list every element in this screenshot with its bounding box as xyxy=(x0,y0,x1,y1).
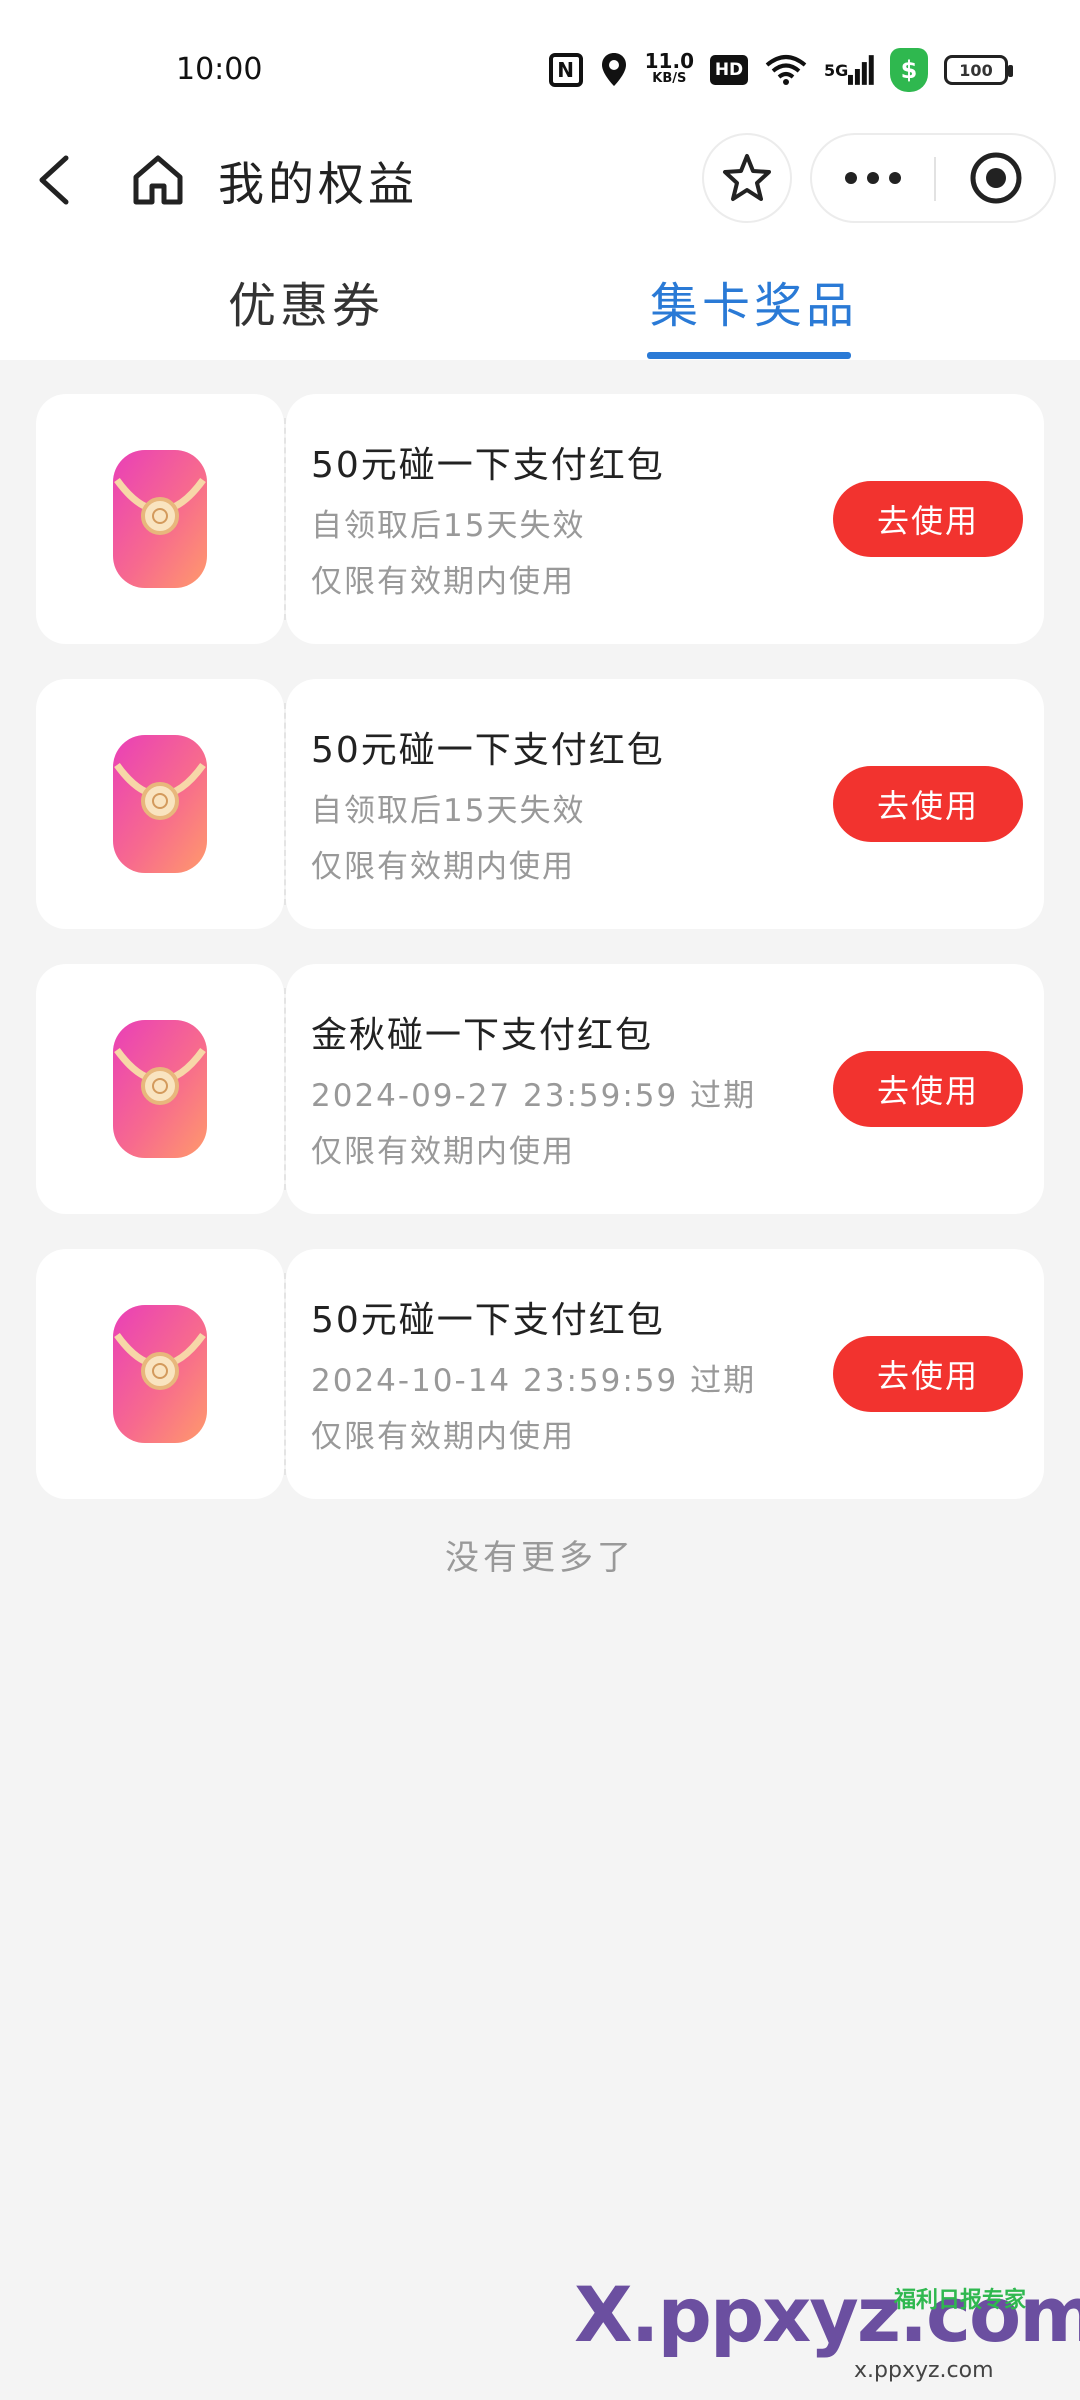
watermark-subtext: x.ppxyz.com xyxy=(854,2358,994,2383)
use-button[interactable]: 去使用 xyxy=(833,1051,1023,1127)
page-title: 我的权益 xyxy=(218,157,418,211)
use-button[interactable]: 去使用 xyxy=(833,766,1023,842)
star-icon xyxy=(723,154,771,201)
network-speed: 11.0 KB/S xyxy=(645,50,694,90)
network-speed-unit: KB/S xyxy=(652,71,687,86)
tab-card-prizes[interactable]: 集卡奖品 xyxy=(650,266,858,336)
prize-expiry: 自领取后15天失效 xyxy=(311,793,586,829)
prize-card-body: 50元碰一下支付红包 自领取后15天失效 仅限有效期内使用 去使用 xyxy=(286,679,1044,929)
top-area: 10:00 N 11.0 KB/S HD 5G $ 100 我的权益 优惠券 集… xyxy=(0,0,1080,360)
use-button[interactable]: 去使用 xyxy=(833,1336,1023,1412)
nav-bar: 我的权益 xyxy=(0,130,1080,230)
prize-card-body: 金秋碰一下支付红包 2024-09-27 23:59:59 过期 仅限有效期内使… xyxy=(286,964,1044,1214)
prize-title: 50元碰一下支付红包 xyxy=(311,445,665,486)
home-button[interactable] xyxy=(128,150,188,210)
prize-card: 50元碰一下支付红包 自领取后15天失效 仅限有效期内使用 去使用 xyxy=(36,394,1044,644)
prize-card-body: 50元碰一下支付红包 自领取后15天失效 仅限有效期内使用 去使用 xyxy=(286,394,1044,644)
network-type: 5G xyxy=(824,60,849,80)
prize-card-image xyxy=(36,679,286,929)
red-packet-icon xyxy=(113,1305,207,1443)
back-button[interactable] xyxy=(28,150,88,210)
status-icons: N 11.0 KB/S HD 5G $ 100 xyxy=(548,46,1013,94)
red-packet-icon xyxy=(113,1020,207,1158)
mini-program-capsule xyxy=(810,133,1056,223)
prize-card: 50元碰一下支付红包 2024-10-14 23:59:59 过期 仅限有效期内… xyxy=(36,1249,1044,1499)
red-packet-icon xyxy=(113,735,207,873)
status-time: 10:00 xyxy=(176,52,263,87)
prize-title: 金秋碰一下支付红包 xyxy=(311,1015,654,1056)
close-button[interactable] xyxy=(936,135,1056,221)
prize-expiry: 2024-10-14 23:59:59 过期 xyxy=(311,1363,757,1399)
home-icon xyxy=(133,155,183,205)
prize-card-image xyxy=(36,964,286,1214)
active-tab-indicator xyxy=(647,352,851,359)
status-bar: 10:00 N 11.0 KB/S HD 5G $ 100 xyxy=(0,0,1080,140)
more-button[interactable] xyxy=(812,135,934,221)
no-more-text: 没有更多了 xyxy=(445,1538,635,1578)
prize-card-image xyxy=(36,1249,286,1499)
more-dots-icon xyxy=(845,172,901,184)
wifi-icon xyxy=(764,50,808,90)
prize-title: 50元碰一下支付红包 xyxy=(311,1300,665,1341)
hd-icon: HD xyxy=(710,55,748,85)
prize-card-body: 50元碰一下支付红包 2024-10-14 23:59:59 过期 仅限有效期内… xyxy=(286,1249,1044,1499)
location-icon xyxy=(599,50,629,90)
security-shield-icon: $ xyxy=(890,48,928,92)
prize-note: 仅限有效期内使用 xyxy=(311,1419,575,1455)
prize-title: 50元碰一下支付红包 xyxy=(311,730,665,771)
favorite-button[interactable] xyxy=(702,133,792,223)
prize-note: 仅限有效期内使用 xyxy=(311,1134,575,1170)
prize-list: 50元碰一下支付红包 自领取后15天失效 仅限有效期内使用 去使用 50元碰一下… xyxy=(36,394,1044,1534)
watermark: X.ppxyz.com 福利日报专家 x.ppxyz.com xyxy=(574,2270,1080,2383)
tab-bar: 优惠券 集卡奖品 xyxy=(0,266,1080,360)
prize-note: 仅限有效期内使用 xyxy=(311,564,575,600)
prize-card-image xyxy=(36,394,286,644)
nfc-icon: N xyxy=(548,53,583,87)
network-speed-value: 11.0 xyxy=(644,49,694,73)
chevron-left-icon xyxy=(39,155,69,205)
tab-coupons[interactable]: 优惠券 xyxy=(228,266,384,336)
prize-card: 金秋碰一下支付红包 2024-09-27 23:59:59 过期 仅限有效期内使… xyxy=(36,964,1044,1214)
prize-card: 50元碰一下支付红包 自领取后15天失效 仅限有效期内使用 去使用 xyxy=(36,679,1044,929)
red-packet-icon xyxy=(113,450,207,588)
watermark-badge: 福利日报专家 xyxy=(894,2288,1027,2313)
prize-note: 仅限有效期内使用 xyxy=(311,849,575,885)
prize-expiry: 自领取后15天失效 xyxy=(311,508,586,544)
use-button[interactable]: 去使用 xyxy=(833,481,1023,557)
signal-icon: 5G xyxy=(824,50,874,90)
prize-expiry: 2024-09-27 23:59:59 过期 xyxy=(311,1078,757,1114)
battery-icon: 100 xyxy=(944,55,1013,85)
target-circle-icon xyxy=(970,152,1022,204)
